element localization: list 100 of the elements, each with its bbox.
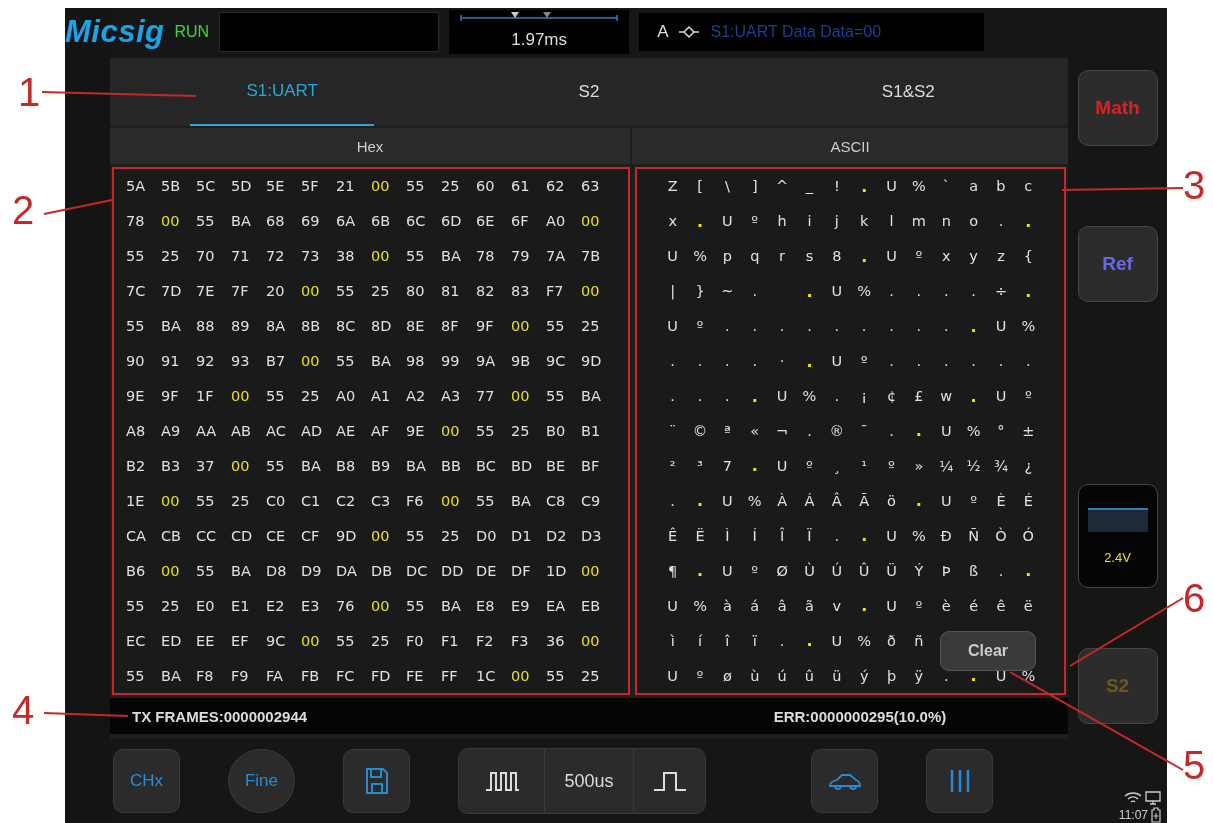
hex-byte: EB — [581, 597, 601, 614]
ascii-char: . — [751, 386, 758, 406]
hex-byte: D2 — [546, 527, 567, 544]
hex-byte: 1F — [196, 388, 214, 405]
hex-byte: DC — [406, 562, 428, 579]
hex-byte: 00 — [301, 283, 320, 300]
ascii-char: . — [916, 353, 922, 370]
single-pulse-button[interactable] — [633, 749, 705, 813]
hex-byte: 70 — [196, 248, 215, 265]
hex-byte: 55 — [266, 388, 285, 405]
ascii-char: ` — [942, 178, 950, 195]
hex-byte: 21 — [336, 178, 355, 195]
hex-byte: 78 — [126, 213, 145, 230]
hex-byte: 8E — [406, 318, 425, 335]
hex-byte: 8A — [266, 318, 286, 335]
ascii-char: w — [940, 388, 953, 405]
ascii-char: ñ — [914, 632, 924, 649]
hex-byte: 9C — [546, 353, 566, 370]
cursor-button[interactable] — [926, 749, 993, 813]
hex-byte: 9F — [161, 388, 179, 405]
ascii-char: Ë — [695, 527, 705, 544]
hex-byte: BA — [231, 213, 251, 230]
hex-byte: 00 — [161, 562, 180, 579]
channel-button[interactable]: CHx — [113, 749, 180, 813]
ascii-char: º — [751, 562, 759, 579]
ascii-char: . — [725, 318, 730, 335]
hex-byte: F1 — [441, 632, 459, 649]
ascii-char: U — [722, 492, 733, 509]
ascii-char: . — [943, 353, 949, 370]
hex-byte: 00 — [511, 318, 530, 335]
hex-byte: 8D — [371, 318, 392, 335]
ascii-char: . — [889, 423, 894, 439]
ascii-char: è — [941, 597, 951, 614]
ascii-char: k — [859, 213, 869, 230]
hex-byte: 7E — [196, 283, 215, 300]
hex-byte: 36 — [546, 632, 565, 649]
ascii-char: . — [834, 318, 840, 335]
hex-byte: 71 — [231, 248, 250, 265]
hex-byte: 7F — [231, 283, 249, 300]
channel-scale-button[interactable]: 2.4V — [1077, 484, 1158, 588]
hex-byte: FA — [266, 667, 283, 684]
ascii-char: . — [889, 318, 894, 335]
car-icon — [827, 771, 862, 791]
hex-byte: 82 — [476, 283, 495, 300]
hex-byte: A1 — [371, 388, 391, 405]
ascii-char: º — [696, 318, 704, 335]
hex-byte: B3 — [161, 457, 181, 474]
ascii-char: î — [725, 632, 730, 649]
tab[interactable]: S2 — [429, 58, 749, 126]
hex-byte: 25 — [511, 423, 530, 439]
hex-byte: 7B — [581, 248, 601, 265]
ascii-char: . — [697, 388, 703, 405]
battery-icon — [1151, 807, 1161, 823]
ascii-char: Ó — [1022, 527, 1035, 544]
fine-button[interactable]: Fine — [228, 749, 295, 813]
ascii-char: a — [969, 178, 979, 195]
hex-byte: 5D — [231, 178, 252, 195]
trigger-panel[interactable]: A S1:UART Data Data=00 — [639, 12, 985, 51]
ascii-char: % — [802, 388, 817, 405]
tab[interactable]: S1:UART — [190, 58, 375, 126]
ascii-char: © — [692, 423, 708, 439]
ascii-char: Ò — [995, 527, 1007, 544]
ascii-char: º — [888, 457, 895, 474]
hex-byte: 6D — [441, 213, 462, 230]
tab[interactable]: S1&S2 — [748, 58, 1068, 126]
callout-number: 4 — [12, 690, 35, 730]
clear-button[interactable]: Clear — [940, 631, 1036, 671]
hex-byte: 61 — [511, 178, 530, 195]
ascii-char: . — [670, 492, 675, 509]
ascii-char: U — [722, 562, 733, 579]
pulse-train-button[interactable] — [459, 749, 545, 813]
ascii-char: | — [670, 283, 676, 300]
timebase-indicator[interactable]: 1.97ms — [449, 9, 630, 54]
hex-byte: CF — [301, 527, 320, 544]
hex-byte: 25 — [441, 527, 460, 544]
hex-byte: 5A — [126, 178, 146, 195]
hex-byte: A3 — [441, 388, 461, 405]
ascii-char: ¸ — [833, 457, 841, 474]
ascii-char: í — [698, 632, 703, 649]
hex-byte: 55 — [476, 423, 495, 439]
ascii-char: . — [779, 318, 785, 335]
ascii-char: ü — [832, 667, 842, 684]
ascii-char: ª — [723, 423, 731, 439]
hex-byte: 20 — [266, 283, 285, 300]
hex-byte: DD — [441, 562, 464, 579]
ascii-char: . — [752, 283, 758, 300]
hex-byte: DB — [371, 562, 393, 579]
ascii-char: . — [807, 423, 812, 439]
hex-byte: 9A — [476, 353, 496, 370]
single-pulse-icon — [652, 770, 687, 792]
hex-byte: 00 — [161, 492, 180, 509]
ascii-char: » — [914, 457, 924, 474]
ascii-char: \ — [724, 178, 730, 195]
ascii-char: º — [751, 213, 759, 230]
auto-button[interactable] — [811, 749, 878, 813]
save-button[interactable] — [343, 749, 410, 813]
hex-byte: BA — [581, 388, 601, 405]
ascii-char: Ñ — [968, 527, 980, 544]
hex-byte: 76 — [336, 597, 355, 614]
ascii-char: Þ — [941, 562, 951, 579]
